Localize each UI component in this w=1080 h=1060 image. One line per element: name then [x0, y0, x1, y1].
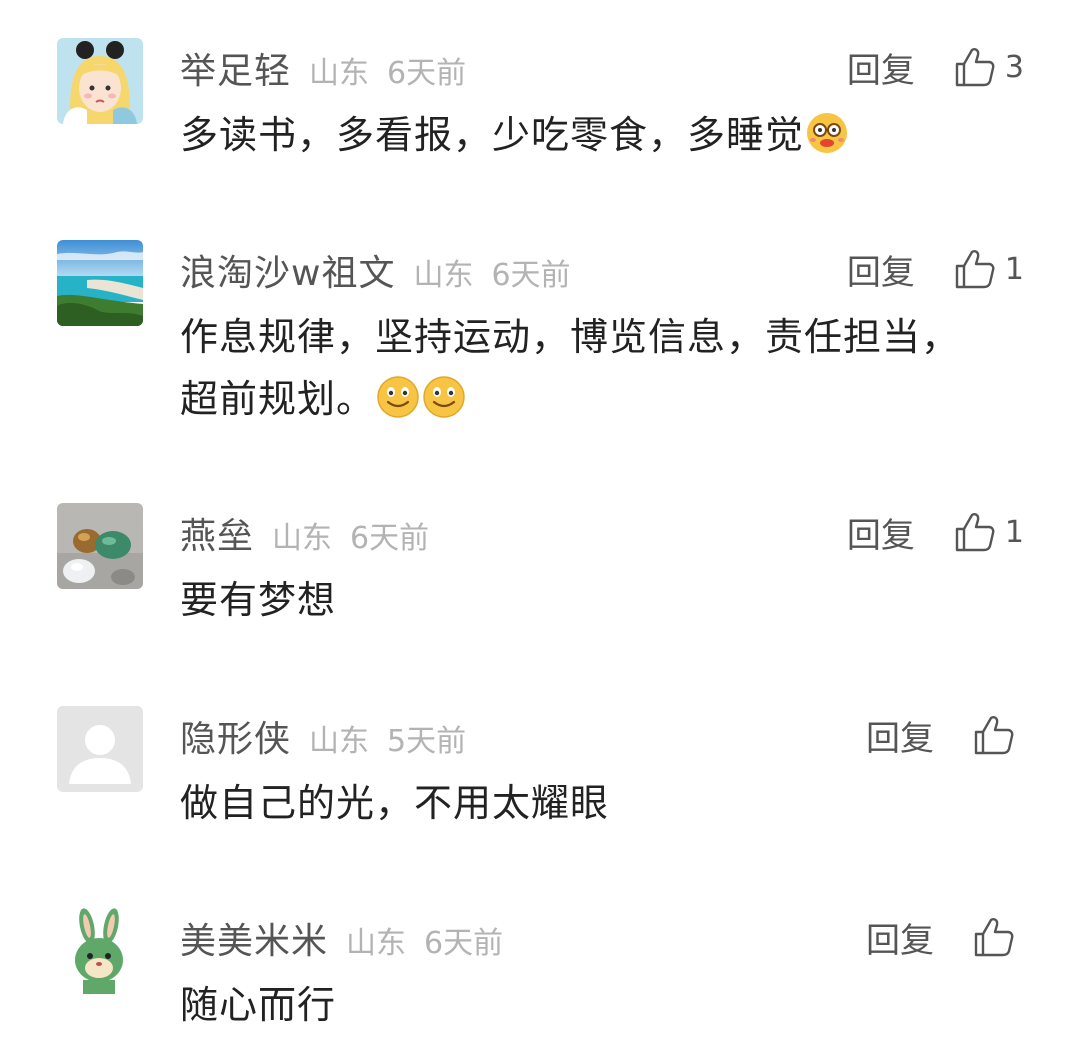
comment-meta: 浪淘沙w祖文 山东 6天前 — [180, 244, 571, 294]
timestamp: 6天前 — [350, 521, 430, 556]
default-user-avatar-icon — [57, 706, 143, 792]
cartoon-girl-avatar-icon — [57, 38, 143, 124]
nerd-face-emoji-icon — [804, 110, 850, 156]
like-count: 1 — [1004, 251, 1024, 287]
thumbs-up-icon — [955, 513, 995, 552]
timestamp: 5天前 — [387, 724, 467, 759]
smiley-emoji-icon — [421, 374, 467, 420]
thumbs-up-icon — [974, 918, 1014, 957]
avatar[interactable] — [57, 503, 143, 589]
username[interactable]: 浪淘沙w祖文 — [180, 244, 395, 296]
comment-actions: 回复 1 — [847, 242, 1024, 296]
like-button[interactable]: 1 — [953, 247, 1024, 291]
comment-body: 随心而行 — [180, 974, 1000, 1036]
green-rabbit-avatar-icon — [57, 908, 143, 994]
timestamp: 6天前 — [387, 56, 467, 91]
reply-button[interactable]: 回复 — [847, 43, 915, 92]
like-button[interactable] — [972, 915, 1024, 959]
timestamp: 6天前 — [491, 258, 571, 293]
comment-body: 要有梦想 — [180, 569, 1000, 631]
beach-landscape-avatar-icon — [57, 240, 143, 326]
gemstones-avatar-icon — [57, 503, 143, 589]
location: 山东 — [272, 521, 333, 556]
smiley-emoji-icon — [375, 374, 421, 420]
reply-button[interactable]: 回复 — [866, 913, 934, 962]
comment-actions: 回复 1 — [847, 505, 1024, 559]
location: 山东 — [413, 258, 474, 293]
comment-text: 超前规划。 — [180, 377, 376, 421]
thumbs-up-icon — [955, 48, 995, 87]
comment-meta: 举足轻 山东 6天前 — [180, 42, 466, 92]
username[interactable]: 美美米米 — [180, 912, 328, 964]
reply-button[interactable]: 回复 — [847, 245, 915, 294]
like-count: 1 — [1004, 514, 1024, 550]
location: 山东 — [309, 724, 370, 759]
avatar[interactable] — [57, 908, 143, 994]
comment-meta: 隐形侠 山东 5天前 — [180, 710, 466, 760]
thumbs-up-icon — [955, 250, 995, 289]
comment-text-line: 作息规律，坚持运动，博览信息，责任担当， — [180, 315, 961, 359]
avatar[interactable] — [57, 38, 143, 124]
comment-body: 做自己的光，不用太耀眼 — [180, 772, 1000, 834]
comment-text: 做自己的光，不用太耀眼 — [180, 781, 610, 825]
comment-body: 多读书，多看报，少吃零食，多睡觉 — [180, 104, 1000, 166]
like-count: 3 — [1004, 49, 1024, 85]
username[interactable]: 举足轻 — [180, 42, 291, 94]
like-button[interactable] — [972, 713, 1024, 757]
location: 山东 — [309, 56, 370, 91]
username[interactable]: 隐形侠 — [180, 710, 291, 762]
comment-text: 随心而行 — [180, 983, 337, 1027]
reply-button[interactable]: 回复 — [866, 711, 934, 760]
comment-actions: 回复 — [866, 708, 1024, 762]
comment-actions: 回复 — [866, 910, 1024, 964]
username[interactable]: 燕垒 — [180, 507, 254, 559]
comment-text: 要有梦想 — [180, 578, 337, 622]
comment-text: 多读书，多看报，少吃零食，多睡觉 — [180, 113, 805, 157]
thumbs-up-icon — [974, 716, 1014, 755]
comment-text-line: 超前规划。 — [180, 368, 1000, 430]
like-button[interactable]: 1 — [953, 510, 1024, 554]
avatar[interactable] — [57, 240, 143, 326]
comment-body: 作息规律，坚持运动，博览信息，责任担当， 超前规划。 — [180, 306, 1000, 430]
comment-meta: 燕垒 山东 6天前 — [180, 507, 429, 557]
location: 山东 — [346, 926, 407, 961]
reply-button[interactable]: 回复 — [847, 508, 915, 557]
comment-actions: 回复 3 — [847, 40, 1024, 94]
avatar[interactable] — [57, 706, 143, 792]
comment-meta: 美美米米 山东 6天前 — [180, 912, 503, 962]
timestamp: 6天前 — [424, 926, 504, 961]
like-button[interactable]: 3 — [953, 45, 1024, 89]
